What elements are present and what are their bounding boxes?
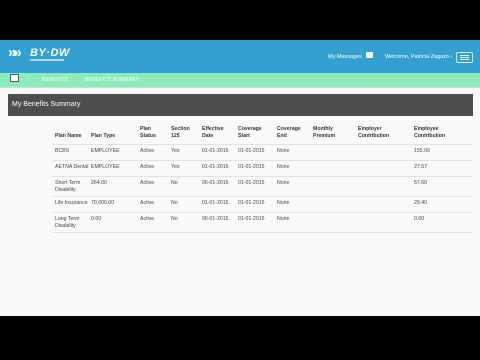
top-header: »» BY·DW My Messages Welcome, Patricia Z… bbox=[0, 40, 480, 73]
table-cell: 57.60 bbox=[414, 180, 427, 186]
column-header[interactable]: 125 bbox=[171, 133, 180, 140]
column-header[interactable]: Effective bbox=[202, 126, 224, 133]
table-cell: Short Term bbox=[55, 180, 81, 186]
table-cell: None bbox=[277, 180, 290, 186]
breadcrumb-item-benefits[interactable]: BENEFITS bbox=[42, 77, 68, 83]
table-cell: 0.00 bbox=[91, 216, 102, 222]
column-header[interactable]: Status bbox=[140, 133, 156, 140]
column-header[interactable]: Plan bbox=[140, 126, 151, 133]
panel-header: My Benefits Summary bbox=[8, 94, 473, 116]
table-row-divider bbox=[52, 212, 472, 213]
table-cell: Life Insurance bbox=[55, 200, 88, 206]
table-cell: 01-01-2015 bbox=[202, 200, 229, 206]
column-header[interactable]: Monthly bbox=[313, 126, 333, 133]
table-cell: 01-01-2015 bbox=[238, 216, 265, 222]
table-cell: 01-01-2015 bbox=[238, 180, 265, 186]
table-cell: 70,000.00 bbox=[91, 200, 115, 206]
column-header[interactable]: Plan Name bbox=[55, 133, 82, 140]
table-cell: Disability bbox=[55, 223, 76, 229]
table-cell: EMPLOYEE bbox=[91, 148, 120, 154]
table-cell: 155.00 bbox=[414, 148, 430, 154]
table-cell: None bbox=[277, 148, 290, 154]
table-row-divider bbox=[52, 196, 472, 197]
table-cell: 29.40 bbox=[414, 200, 427, 206]
table-cell: AETNA Dental bbox=[55, 164, 89, 170]
table-cell: Active bbox=[140, 216, 155, 222]
column-header[interactable]: Premium bbox=[313, 133, 335, 140]
table-cell: 01-01-2015 bbox=[238, 148, 265, 154]
table-cell: 01-01-2015 bbox=[202, 148, 229, 154]
column-header[interactable]: End bbox=[277, 133, 287, 140]
column-header[interactable]: Contribution bbox=[414, 133, 445, 140]
table-cell: Long Term bbox=[55, 216, 80, 222]
table-cell: Yes bbox=[171, 148, 180, 154]
breadcrumb-separator-icon: › bbox=[74, 77, 76, 83]
table-cell: Active bbox=[140, 164, 155, 170]
table-cell: 01-01-2015 bbox=[238, 164, 265, 170]
welcome-user-menu[interactable]: Welcome, Patricia Zagazo ‹ bbox=[385, 54, 452, 60]
column-header[interactable]: Employee bbox=[414, 126, 439, 133]
column-header[interactable]: Start bbox=[238, 133, 250, 140]
logo-text: BY·DW bbox=[30, 47, 70, 59]
table-cell: No bbox=[171, 180, 178, 186]
table-cell: BCBS bbox=[55, 148, 70, 154]
table-cell: 27.57 bbox=[414, 164, 427, 170]
table-cell: Yes bbox=[171, 164, 180, 170]
table-cell: None bbox=[277, 216, 290, 222]
table-cell: 0.00 bbox=[414, 216, 425, 222]
home-icon[interactable] bbox=[10, 74, 19, 82]
logo-tagline-bar bbox=[30, 59, 64, 61]
table-row-divider bbox=[52, 160, 472, 161]
column-header[interactable]: Contribution bbox=[358, 133, 389, 140]
table-cell: 264.00 bbox=[91, 180, 107, 186]
table-cell: No bbox=[171, 200, 178, 206]
table-cell: Disability bbox=[55, 187, 76, 193]
table-cell: None bbox=[277, 200, 290, 206]
column-header[interactable]: Coverage bbox=[277, 126, 301, 133]
logo-chevrons-icon: »» bbox=[8, 44, 22, 61]
table-cell: EMPLOYEE bbox=[91, 164, 120, 170]
column-header[interactable]: Date bbox=[202, 133, 213, 140]
column-header[interactable]: Section bbox=[171, 126, 190, 133]
hamburger-menu-icon[interactable] bbox=[456, 52, 473, 63]
app-window: »» BY·DW My Messages Welcome, Patricia Z… bbox=[0, 40, 480, 316]
breadcrumb-separator-icon: › bbox=[27, 77, 29, 83]
table-row-divider bbox=[52, 144, 472, 145]
table-cell: No bbox=[171, 216, 178, 222]
table-cell: Active bbox=[140, 180, 155, 186]
table-cell: 06-01-2015 bbox=[202, 180, 229, 186]
table-cell: 01-01-2015 bbox=[238, 200, 265, 206]
breadcrumb-item-benefits-summary: BENEFITS SUMMARY bbox=[85, 77, 140, 83]
table-row-divider bbox=[52, 176, 472, 177]
table-cell: 06-01-2015 bbox=[202, 216, 229, 222]
table-row-divider bbox=[52, 232, 472, 233]
table-cell: None bbox=[277, 164, 290, 170]
column-header[interactable]: Employer bbox=[358, 126, 382, 133]
column-header[interactable]: Coverage bbox=[238, 126, 262, 133]
table-cell: Active bbox=[140, 200, 155, 206]
envelope-icon[interactable] bbox=[366, 52, 373, 58]
table-cell: Active bbox=[140, 148, 155, 154]
breadcrumb bbox=[0, 73, 480, 88]
table-cell: 01-01-2015 bbox=[202, 164, 229, 170]
panel-title: My Benefits Summary bbox=[12, 101, 81, 108]
my-messages-link[interactable]: My Messages bbox=[328, 54, 362, 60]
column-header[interactable]: Plan Type bbox=[91, 133, 115, 140]
